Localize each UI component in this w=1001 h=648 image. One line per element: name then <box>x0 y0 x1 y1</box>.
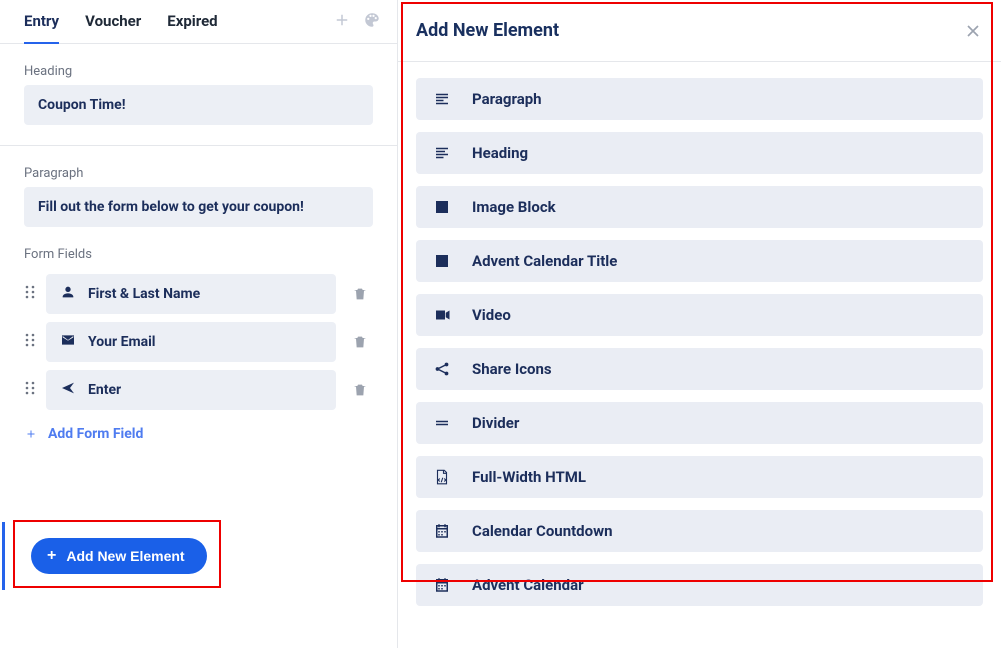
calendar-icon <box>432 521 452 541</box>
element-paragraph[interactable]: Paragraph <box>416 78 983 120</box>
image-icon <box>432 251 452 271</box>
tab-icons <box>333 11 397 33</box>
add-tab-icon[interactable] <box>333 11 351 33</box>
html-icon <box>432 467 452 487</box>
add-element-highlight: + Add New Element <box>13 520 221 588</box>
form-field-label: First & Last Name <box>88 286 200 302</box>
delete-field-button[interactable] <box>344 286 376 302</box>
form-row: Enter <box>0 366 397 414</box>
element-share-icons[interactable]: Share Icons <box>416 348 983 390</box>
delete-field-button[interactable] <box>344 334 376 350</box>
drag-handle-icon[interactable] <box>24 380 38 400</box>
modal-title: Add New Element <box>416 20 559 41</box>
video-icon <box>432 305 452 325</box>
divider-icon <box>432 413 452 433</box>
form-field-name[interactable]: First & Last Name <box>46 274 336 314</box>
send-icon <box>60 380 76 400</box>
element-label: Video <box>472 306 511 324</box>
form-field-label: Enter <box>88 382 121 398</box>
element-video[interactable]: Video <box>416 294 983 336</box>
form-field-enter[interactable]: Enter <box>46 370 336 410</box>
element-full-width-html[interactable]: Full-Width HTML <box>416 456 983 498</box>
paragraph-field[interactable]: Fill out the form below to get your coup… <box>24 187 373 227</box>
element-advent-calendar[interactable]: Advent Calendar <box>416 564 983 606</box>
element-label: Calendar Countdown <box>472 522 613 540</box>
element-label: Paragraph <box>472 90 542 108</box>
element-label: Full-Width HTML <box>472 468 586 486</box>
tab-voucher[interactable]: Voucher <box>85 0 141 44</box>
element-divider[interactable]: Divider <box>416 402 983 444</box>
drag-handle-icon[interactable] <box>24 284 38 304</box>
tab-bar: Entry Voucher Expired <box>0 0 397 44</box>
element-calendar-countdown[interactable]: Calendar Countdown <box>416 510 983 552</box>
paragraph-label: Paragraph <box>0 146 397 187</box>
add-form-field-button[interactable]: Add Form Field <box>0 414 397 442</box>
plus-icon <box>24 427 38 441</box>
element-label: Advent Calendar Title <box>472 252 617 270</box>
person-icon <box>60 284 76 304</box>
form-fields-label: Form Fields <box>0 227 397 270</box>
heading-icon <box>432 143 452 163</box>
element-label: Share Icons <box>472 360 552 378</box>
element-heading[interactable]: Heading <box>416 132 983 174</box>
envelope-icon <box>60 332 76 352</box>
close-button[interactable] <box>963 21 983 41</box>
form-row: First & Last Name <box>0 270 397 318</box>
delete-field-button[interactable] <box>344 382 376 398</box>
add-element-modal: Add New Element Paragraph Heading Image … <box>398 0 1001 648</box>
form-row: Your Email <box>0 318 397 366</box>
tab-expired[interactable]: Expired <box>167 0 217 44</box>
image-icon <box>432 197 452 217</box>
tab-entry[interactable]: Entry <box>24 0 59 44</box>
add-new-element-button[interactable]: + Add New Element <box>31 538 207 574</box>
add-form-field-label: Add Form Field <box>48 426 143 442</box>
paragraph-icon <box>432 89 452 109</box>
element-label: Divider <box>472 414 519 432</box>
form-field-label: Your Email <box>88 334 155 350</box>
calendar-icon <box>432 575 452 595</box>
left-panel: Entry Voucher Expired Heading Coupon Tim… <box>0 0 398 648</box>
element-label: Advent Calendar <box>472 576 584 594</box>
element-list: Paragraph Heading Image Block Advent Cal… <box>398 62 1001 606</box>
heading-field[interactable]: Coupon Time! <box>24 85 373 125</box>
heading-label: Heading <box>0 44 397 85</box>
palette-icon[interactable] <box>363 11 381 33</box>
drag-handle-icon[interactable] <box>24 332 38 352</box>
element-label: Heading <box>472 144 528 162</box>
form-field-email[interactable]: Your Email <box>46 322 336 362</box>
element-image-block[interactable]: Image Block <box>416 186 983 228</box>
modal-header: Add New Element <box>398 0 1001 62</box>
element-advent-title[interactable]: Advent Calendar Title <box>416 240 983 282</box>
share-icon <box>432 359 452 379</box>
add-new-element-label: Add New Element <box>66 548 184 564</box>
plus-icon: + <box>47 548 56 564</box>
element-label: Image Block <box>472 198 556 216</box>
